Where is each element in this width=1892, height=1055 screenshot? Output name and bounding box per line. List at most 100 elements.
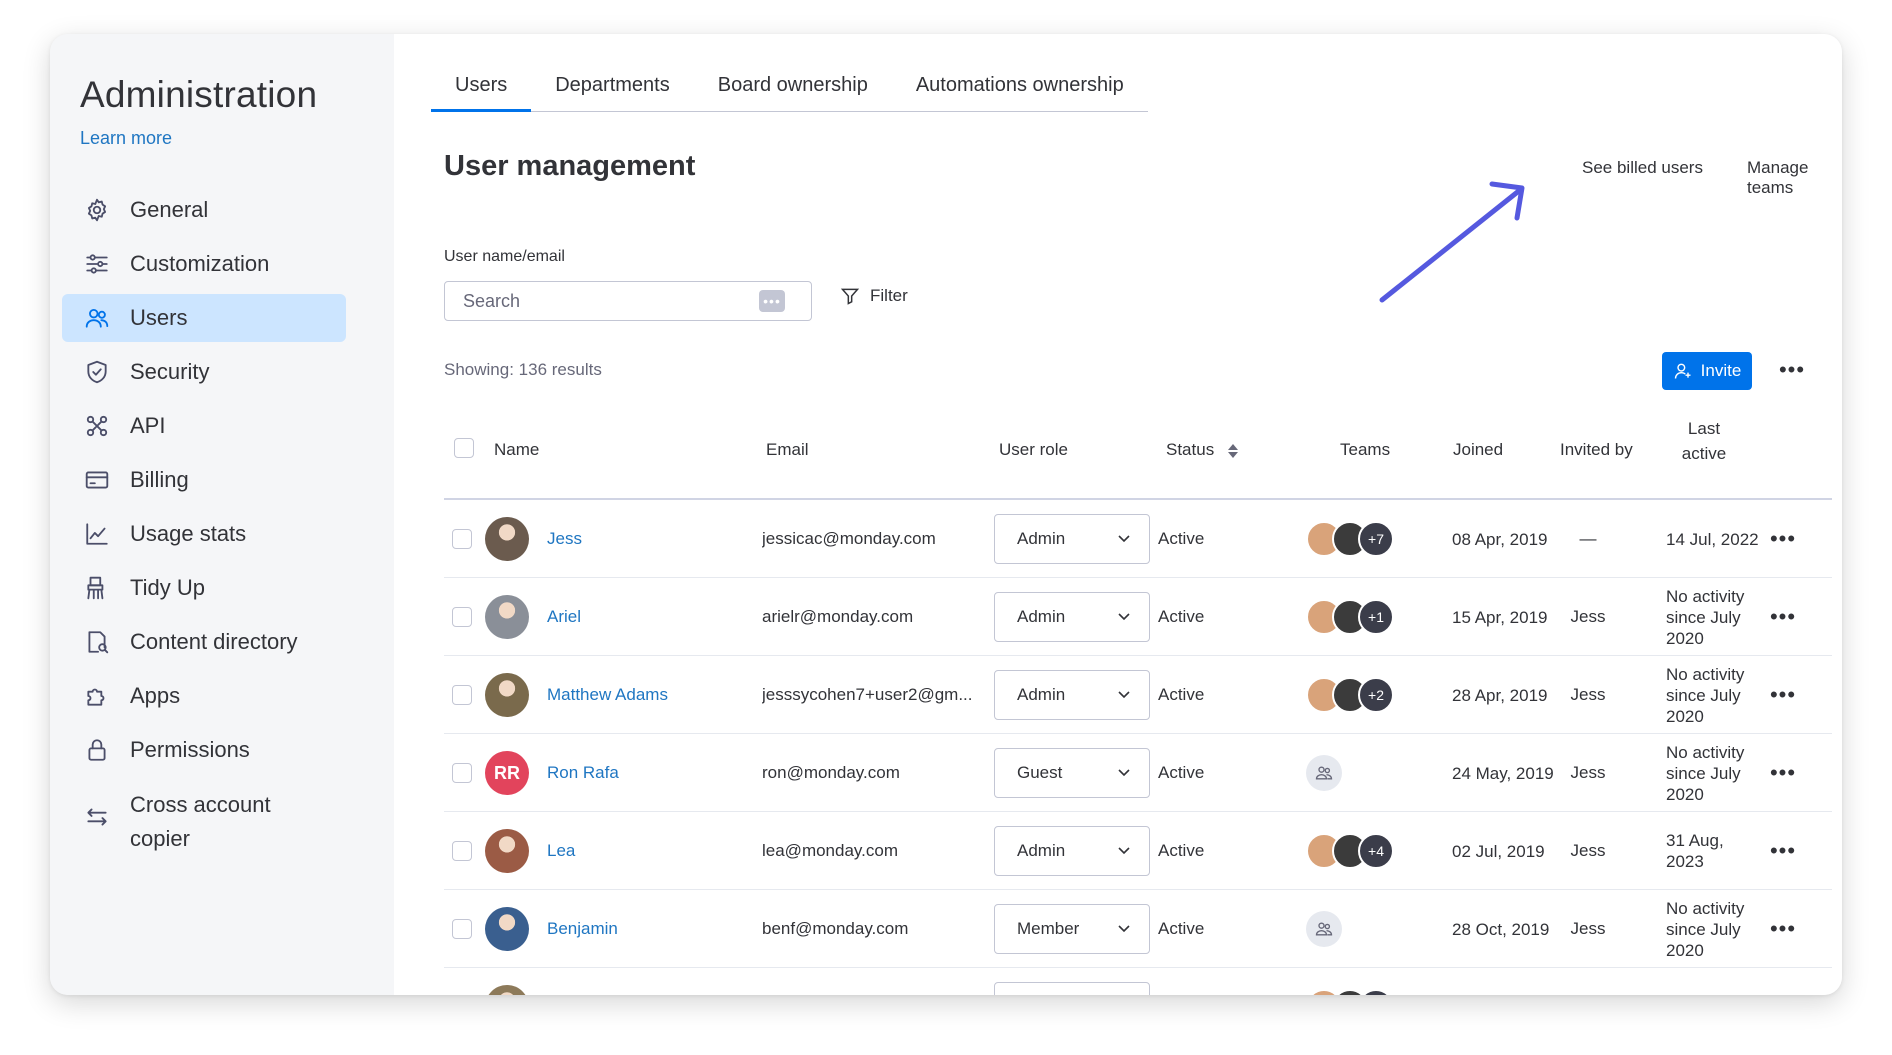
chevron-down-icon [1118, 691, 1130, 699]
header-role[interactable]: User role [999, 440, 1068, 460]
row-checkbox[interactable] [452, 578, 472, 656]
user-role-dropdown[interactable]: Member [994, 904, 1150, 954]
sidebar-nav: General Customization Users Security API… [62, 186, 346, 858]
team-icons[interactable]: +7 [1306, 521, 1394, 557]
sidebar-item-api[interactable]: API [62, 402, 346, 450]
search-input[interactable]: Search ••• [444, 281, 812, 321]
row-checkbox[interactable] [452, 500, 472, 578]
row-more-button[interactable]: ••• [1766, 602, 1800, 632]
sidebar-item-apps[interactable]: Apps [62, 672, 346, 720]
chevron-down-icon [1118, 535, 1130, 543]
see-billed-users-link[interactable]: See billed users [1582, 158, 1703, 178]
filter-button[interactable]: Filter [840, 286, 908, 306]
sidebar-item-usage-stats[interactable]: Usage stats [62, 510, 346, 558]
header-status[interactable]: Status [1166, 440, 1239, 460]
user-status: Active [1158, 685, 1205, 704]
last-active: No activity since July 2020 [1666, 664, 1745, 726]
team-icons[interactable]: +1 [1306, 599, 1394, 635]
row-more-button[interactable]: ••• [1766, 680, 1800, 710]
sidebar-item-general[interactable]: General [62, 186, 346, 234]
sidebar-item-security[interactable]: Security [62, 348, 346, 396]
header-last-active[interactable]: Last active [1674, 416, 1734, 466]
user-name-link[interactable]: Lea [547, 841, 575, 861]
sidebar-item-tidy-up[interactable]: Tidy Up [62, 564, 346, 612]
user-role-dropdown[interactable]: Guest [994, 748, 1150, 798]
user-email: jessicac@monday.com [762, 529, 936, 548]
user-name-link[interactable]: Ron Rafa [547, 763, 619, 783]
tab-departments[interactable]: Departments [531, 74, 694, 111]
row-checkbox[interactable] [452, 968, 472, 995]
user-status: Active [1158, 529, 1205, 548]
sidebar-item-label: Usage stats [130, 521, 247, 546]
row-checkbox[interactable] [452, 656, 472, 734]
more-options-button[interactable]: ••• [1774, 352, 1810, 388]
user-name-link[interactable]: Matthew Adams [547, 685, 668, 705]
row-more-button[interactable]: ••• [1766, 992, 1800, 995]
user-role-dropdown[interactable]: Admin [994, 826, 1150, 876]
sidebar-item-cross-account-copier[interactable]: Cross account copier [62, 780, 346, 852]
invite-button[interactable]: Invite [1662, 352, 1752, 390]
manage-teams-link[interactable]: Manage teams [1747, 158, 1842, 198]
table-row[interactable]: Ariel arielr@monday.com Admin Active +1 … [444, 578, 1832, 656]
sidebar-item-billing[interactable]: Billing [62, 456, 346, 504]
user-email: lea@monday.com [762, 841, 898, 860]
user-name-link[interactable]: Jess [547, 529, 582, 549]
avatar: RR [485, 751, 529, 795]
table-row[interactable]: Benjamin benf@monday.com Member Active 2… [444, 890, 1832, 968]
row-checkbox[interactable] [452, 812, 472, 890]
user-name-link[interactable]: Benjamin [547, 919, 618, 939]
header-invited-by[interactable]: Invited by [1560, 440, 1633, 460]
table-row[interactable]: Lea lea@monday.com Admin Active +4 02 Ju… [444, 812, 1832, 890]
user-role-value: Guest [1017, 763, 1063, 782]
learn-more-link[interactable]: Learn more [80, 128, 172, 149]
table-row[interactable]: Jess jessicac@monday.com Admin Active +7… [444, 500, 1832, 578]
table-row[interactable]: RR Ron Rafa ron@monday.com Guest Active … [444, 734, 1832, 812]
team-icons[interactable]: +5 [1306, 989, 1394, 995]
sidebar-item-customization[interactable]: Customization [62, 240, 346, 288]
user-name-link[interactable]: Ariel [547, 607, 581, 627]
user-role-dropdown[interactable]: Admin [994, 514, 1150, 564]
tab-bar: Users Departments Board ownership Automa… [431, 74, 1148, 112]
row-more-button[interactable]: ••• [1766, 524, 1800, 554]
puzzle-icon [82, 681, 112, 711]
users-icon [82, 303, 112, 333]
header-email[interactable]: Email [766, 440, 809, 460]
sidebar-item-content-directory[interactable]: Content directory [62, 618, 346, 666]
row-more-button[interactable]: ••• [1766, 758, 1800, 788]
team-icons[interactable]: +4 [1306, 833, 1394, 869]
header-name[interactable]: Name [494, 440, 539, 460]
sidebar-item-label: Content directory [130, 629, 298, 654]
sidebar-item-label: Tidy Up [130, 575, 205, 600]
row-more-button[interactable]: ••• [1766, 914, 1800, 944]
header-teams[interactable]: Teams [1340, 440, 1390, 460]
row-more-button[interactable]: ••• [1766, 836, 1800, 866]
user-role-dropdown[interactable]: Admin [994, 670, 1150, 720]
tab-users[interactable]: Users [431, 74, 532, 112]
team-placeholder-icon [1306, 755, 1342, 791]
sidebar-item-users[interactable]: Users [62, 294, 346, 342]
user-role-value: Admin [1017, 841, 1066, 860]
user-status: Active [1158, 919, 1205, 938]
row-checkbox[interactable] [452, 890, 472, 968]
sidebar-item-label: Apps [130, 683, 181, 708]
select-all-checkbox[interactable] [454, 438, 474, 458]
team-icons[interactable]: +2 [1306, 677, 1394, 713]
sidebar-item-label: Cross account copier [130, 792, 271, 851]
chevron-down-icon [1118, 925, 1130, 933]
table-row[interactable]: Noy noys@monday.com Admin Active +5 26 N… [444, 968, 1832, 995]
header-joined[interactable]: Joined [1453, 440, 1503, 460]
sidebar-item-permissions[interactable]: Permissions [62, 726, 346, 774]
user-role-value: Admin [1017, 529, 1066, 548]
lock-icon [82, 735, 112, 765]
table-row[interactable]: Matthew Adams jesssycohen7+user2@gm... A… [444, 656, 1832, 734]
user-role-dropdown[interactable]: Admin [994, 592, 1150, 642]
last-active: 14 Jul, 2022 [1666, 529, 1759, 549]
row-checkbox[interactable] [452, 734, 472, 812]
tab-board-ownership[interactable]: Board ownership [694, 74, 892, 111]
avatar [485, 673, 529, 717]
user-status: Active [1158, 968, 1204, 995]
gear-icon [82, 195, 112, 225]
team-count-badge: +5 [1358, 989, 1394, 995]
tab-automations-ownership[interactable]: Automations ownership [892, 74, 1148, 111]
user-role-dropdown[interactable]: Admin [994, 982, 1150, 995]
